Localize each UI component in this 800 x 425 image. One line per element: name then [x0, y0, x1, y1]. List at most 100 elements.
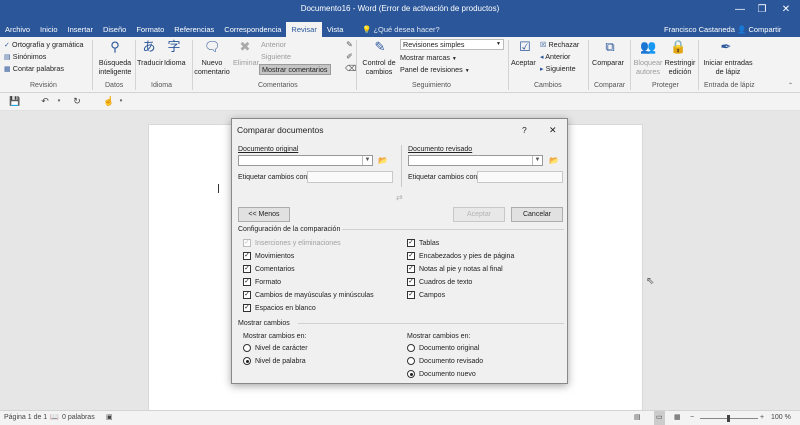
redo-icon[interactable]: ↻	[70, 95, 84, 108]
web-layout-icon[interactable]: ▦	[674, 411, 681, 425]
zoom-in-button[interactable]: +	[760, 411, 764, 425]
checkbox-tables[interactable]: ✓	[407, 239, 415, 247]
save-icon[interactable]: 💾	[8, 95, 22, 108]
tab-revisar[interactable]: Revisar	[286, 22, 322, 37]
macro-record-icon[interactable]: ▣	[106, 411, 113, 425]
eraser-icon[interactable]: ⌫	[345, 64, 356, 73]
word-count-button[interactable]: ▦ Contar palabras	[4, 64, 64, 73]
zoom-level[interactable]: 100 %	[771, 411, 791, 425]
checkbox-footnotes-endnotes[interactable]: ✓	[407, 265, 415, 273]
less-button[interactable]: << Menos	[238, 207, 290, 222]
checkbox-fields[interactable]: ✓	[407, 291, 415, 299]
new-comment-button[interactable]: Nuevo comentario	[193, 58, 231, 76]
next-change-button[interactable]: ▸ Siguiente	[540, 64, 576, 73]
translate-button[interactable]: Traducir	[137, 58, 163, 67]
tab-inicio[interactable]: Inicio	[35, 22, 63, 37]
original-doc-combo[interactable]: ▼	[238, 155, 373, 166]
translate-icon: あ	[142, 39, 156, 54]
radio-character-level[interactable]	[243, 344, 251, 352]
reject-button[interactable]: ☒ Rechazar	[540, 40, 579, 49]
smart-lookup-button[interactable]: Búsqueda inteligente	[96, 58, 134, 76]
user-name[interactable]: Francisco Castaneda	[664, 22, 735, 37]
track-changes-button[interactable]: Control de cambios	[359, 58, 399, 76]
print-layout-icon[interactable]: ▭	[654, 411, 665, 425]
reviewing-pane-button[interactable]: Panel de revisiones ▼	[400, 65, 470, 76]
restrict-editing-button[interactable]: Restringir edición	[663, 58, 697, 76]
original-doc-label: Documento original	[238, 146, 299, 153]
new-comment-label-1: Nuevo	[201, 58, 223, 67]
spelling-grammar-button[interactable]: ✓ Ortografía y gramática	[4, 40, 84, 49]
radio-word-level[interactable]	[243, 357, 251, 365]
smart-lookup-icon: ⚲	[110, 39, 120, 54]
checkbox-case-changes[interactable]: ✓	[243, 291, 251, 299]
dialog-close-button[interactable]: ✕	[549, 125, 557, 136]
revised-document-label: Documento revisado	[419, 358, 484, 365]
revised-doc-combo[interactable]: ▼	[408, 155, 543, 166]
undo-icon[interactable]: ↶	[38, 95, 52, 108]
radio-revised-document[interactable]	[407, 357, 415, 365]
tab-archivo[interactable]: Archivo	[0, 22, 35, 37]
restore-button[interactable]: ❐	[752, 2, 772, 17]
synonyms-button[interactable]: ▤ Sinónimos	[4, 52, 46, 61]
ink-icon[interactable]: ✐	[345, 52, 354, 61]
accept-button[interactable]: Aceptar	[511, 58, 536, 67]
page-count[interactable]: Página 1 de 1	[4, 411, 47, 425]
group-tinta-label: Entrada de lápiz	[704, 82, 755, 89]
radio-new-document[interactable]	[407, 370, 415, 378]
word-count-status[interactable]: 0 palabras	[62, 411, 95, 425]
tab-vista[interactable]: Vista	[322, 22, 349, 37]
cancel-button[interactable]: Cancelar	[511, 207, 563, 222]
previous-comment-button[interactable]: Anterior	[261, 40, 286, 49]
ok-button[interactable]: Aceptar	[453, 207, 505, 222]
minimize-button[interactable]: —	[730, 2, 750, 17]
tab-correspondencia[interactable]: Correspondencia	[219, 22, 286, 37]
character-level-label: Nivel de carácter	[255, 345, 308, 352]
tab-formato[interactable]: Formato	[131, 22, 169, 37]
original-label-changes-input[interactable]	[307, 171, 393, 183]
smart-lookup-label-1: Búsqueda	[98, 58, 132, 67]
zoom-out-button[interactable]: −	[690, 411, 694, 425]
checkbox-headers-footers[interactable]: ✓	[407, 252, 415, 260]
folder-open-icon[interactable]: 📂	[378, 156, 388, 165]
start-inking-button[interactable]: Iniciar entradas de lápiz	[701, 58, 755, 76]
chevron-down-icon[interactable]: ▾	[114, 95, 128, 108]
next-comment-button[interactable]: Siguiente	[261, 52, 291, 61]
tab-diseno[interactable]: Diseño	[98, 22, 131, 37]
reject-icon: ☒	[540, 40, 547, 49]
checkbox-comments[interactable]: ✓	[243, 265, 251, 273]
compare-button[interactable]: Comparar	[592, 58, 624, 67]
delete-comment-button[interactable]: Eliminar	[233, 58, 259, 67]
word-level-label: Nivel de palabra	[255, 358, 306, 365]
checkbox-white-space[interactable]: ✓	[243, 304, 251, 312]
markup-view-dropdown[interactable]: Revisiones simples ▼	[400, 39, 504, 50]
tell-me-search[interactable]: 💡 ¿Qué desea hacer?	[362, 22, 440, 37]
edit-pencil-icon[interactable]: ✎	[345, 40, 354, 49]
person-icon: 👤	[737, 25, 747, 34]
checkbox-formatting[interactable]: ✓	[243, 278, 251, 286]
chevron-down-icon[interactable]: ▼	[362, 156, 372, 165]
word-count-icon: ▦	[4, 64, 11, 73]
show-comments-button[interactable]: Mostrar comentarios	[259, 64, 331, 75]
tab-referencias[interactable]: Referencias	[169, 22, 219, 37]
proofing-icon[interactable]: 📖	[50, 411, 59, 425]
checkbox-insertions-deletions[interactable]: ✓	[243, 239, 251, 247]
checkbox-moves[interactable]: ✓	[243, 252, 251, 260]
help-button[interactable]: ?	[522, 125, 527, 136]
revised-label-changes-input[interactable]	[477, 171, 563, 183]
tab-insertar[interactable]: Insertar	[63, 22, 98, 37]
radio-original-document[interactable]	[407, 344, 415, 352]
close-window-button[interactable]: ✕	[776, 2, 796, 17]
chevron-down-icon[interactable]: ▼	[532, 156, 542, 165]
checkbox-text-boxes[interactable]: ✓	[407, 278, 415, 286]
read-mode-icon[interactable]: ▤	[634, 411, 641, 425]
collapse-ribbon-icon[interactable]: ⌃	[788, 82, 793, 91]
previous-change-button[interactable]: ◂ Anterior	[540, 52, 570, 61]
language-button[interactable]: Idioma	[164, 58, 186, 67]
folder-open-icon[interactable]: 📂	[549, 156, 559, 165]
chevron-down-icon[interactable]: ▾	[52, 95, 66, 108]
zoom-slider-thumb[interactable]	[727, 415, 730, 422]
show-markup-button[interactable]: Mostrar marcas ▼	[400, 53, 457, 64]
share-button[interactable]: 👤 Compartir	[737, 22, 781, 37]
block-authors-button[interactable]: Bloquear autores	[632, 58, 664, 76]
swap-documents-icon[interactable]: ⇄	[396, 193, 403, 202]
